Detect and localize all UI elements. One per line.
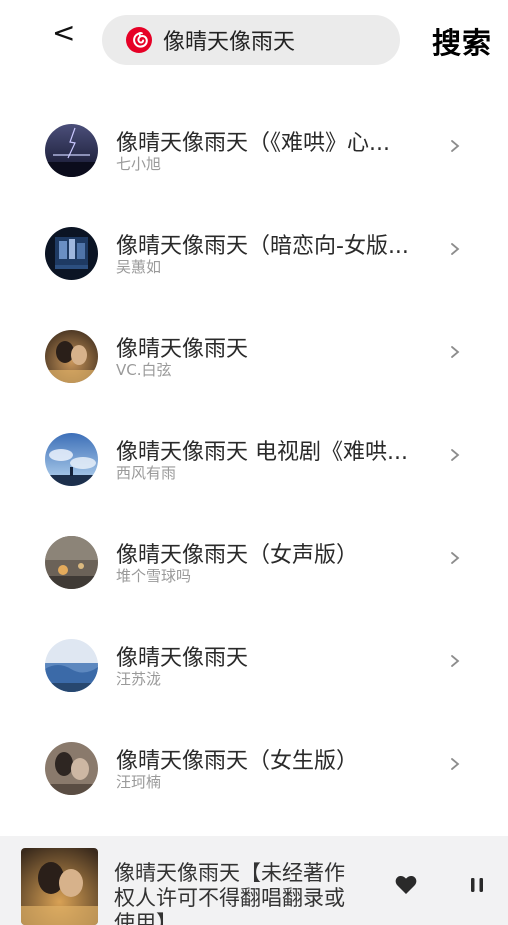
list-item[interactable]: 像晴天像雨天 汪苏泷 — [0, 614, 508, 717]
heart-icon[interactable] — [395, 875, 417, 895]
chevron-right-icon — [451, 552, 460, 564]
song-title: 像晴天像雨天（《难哄》心... — [116, 131, 390, 156]
song-artist: VC.白弦 — [116, 361, 172, 379]
now-playing-cover[interactable] — [21, 848, 98, 925]
chevron-right-icon — [451, 655, 460, 667]
back-button[interactable]: < — [52, 16, 75, 49]
netease-music-logo-icon — [126, 27, 152, 53]
chevron-right-icon — [451, 140, 460, 152]
song-artist: 吴蕙如 — [116, 258, 162, 276]
song-artist: 堆个雪球吗 — [116, 567, 192, 585]
song-title: 像晴天像雨天 — [116, 646, 249, 671]
search-bar[interactable]: 像晴天像雨天 — [102, 15, 400, 65]
song-artist: 汪珂楠 — [116, 773, 162, 791]
search-input[interactable]: 像晴天像雨天 — [163, 24, 295, 56]
list-item[interactable]: 像晴天像雨天（女声版） 堆个雪球吗 — [0, 511, 508, 614]
search-results-list: 像晴天像雨天（《难哄》心... 七小旭 像晴天像雨天（暗恋向-女版... 吴蕙如 — [0, 99, 508, 820]
mini-player[interactable]: 像晴天像雨天【未经著作权人许可不得翻唱翻录或使用】 — [0, 836, 508, 925]
chevron-right-icon — [451, 346, 460, 358]
song-artist: 汪苏泷 — [116, 670, 162, 688]
list-item[interactable]: 像晴天像雨天 VC.白弦 — [0, 305, 508, 408]
search-button[interactable]: 搜索 — [432, 20, 492, 62]
list-item[interactable]: 像晴天像雨天（《难哄》心... 七小旭 — [0, 99, 508, 202]
list-item[interactable]: 像晴天像雨天 电视剧《难哄... 西风有雨 — [0, 408, 508, 511]
now-playing-title: 像晴天像雨天【未经著作权人许可不得翻唱翻录或使用】 — [114, 861, 345, 925]
album-cover — [45, 330, 98, 383]
chevron-right-icon — [451, 449, 460, 461]
album-cover — [45, 742, 98, 795]
song-artist: 西风有雨 — [116, 464, 177, 482]
album-cover — [45, 639, 98, 692]
list-item[interactable]: 像晴天像雨天（暗恋向-女版... 吴蕙如 — [0, 202, 508, 305]
album-cover — [45, 124, 98, 177]
chevron-right-icon — [451, 243, 460, 255]
list-item[interactable]: 像晴天像雨天（女生版） 汪珂楠 — [0, 717, 508, 820]
song-title: 像晴天像雨天（女生版） — [116, 749, 359, 774]
album-cover — [45, 227, 98, 280]
song-title: 像晴天像雨天（暗恋向-女版... — [116, 234, 409, 259]
pause-icon[interactable] — [469, 877, 485, 893]
song-artist: 七小旭 — [116, 155, 162, 173]
chevron-right-icon — [451, 758, 460, 770]
album-cover — [45, 433, 98, 486]
album-cover — [45, 536, 98, 589]
header: < 像晴天像雨天 搜索 — [0, 0, 508, 80]
